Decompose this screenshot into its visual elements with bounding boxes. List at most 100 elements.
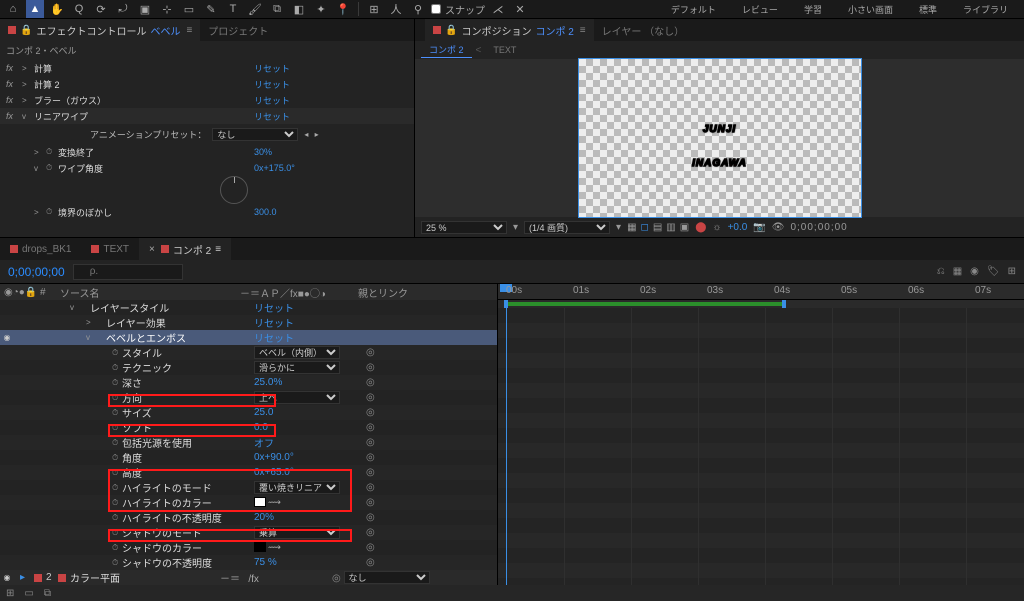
layer-prop-row[interactable]: ⏱ソフト0.0◎ (0, 420, 497, 435)
chevron-down-icon[interactable]: ▾ (616, 222, 621, 233)
frame-blend-icon[interactable]: ⧉ (44, 588, 51, 599)
ws-learn[interactable]: 学習 (792, 1, 834, 18)
tab-effect-controls[interactable]: 🔒 エフェクトコントロール ベベル ≡ (0, 19, 200, 41)
angle-dial[interactable] (220, 176, 248, 204)
misc-icon-2[interactable]: 人 (387, 0, 405, 18)
ec-prop-row[interactable]: >⏱変換終了30% (0, 144, 414, 160)
brush-tool[interactable]: 🖌 (246, 0, 264, 18)
tab-text[interactable]: TEXT (81, 238, 139, 260)
snap-opt2-icon[interactable]: ✕ (511, 0, 529, 18)
layer-prop-row[interactable]: ⏱方向上へ◎ (0, 390, 497, 405)
layer-prop-row[interactable]: ⏱ハイライトの不透明度20%◎ (0, 510, 497, 525)
chevron-down-icon[interactable]: ▾ (513, 222, 518, 233)
hand-tool[interactable]: ✋ (48, 0, 66, 18)
parent-select[interactable]: なし (344, 571, 430, 584)
layer-prop-row[interactable]: ⏱サイズ25.0◎ (0, 405, 497, 420)
layer-prop-row[interactable]: ⏱角度0x+90.0°◎ (0, 450, 497, 465)
orbit-tool[interactable]: ⟳ (92, 0, 110, 18)
subtab-text[interactable]: TEXT (485, 44, 524, 56)
layer-prop-row[interactable]: ⏱包括光源を使用オフ◎ (0, 435, 497, 450)
misc-icon-1[interactable]: ⊞ (365, 0, 383, 18)
work-area-bar[interactable] (498, 300, 1024, 308)
channel-icon[interactable]: ▥ (666, 222, 675, 233)
roto-tool[interactable]: ✦ (312, 0, 330, 18)
layer-prop-row[interactable]: ⏱シャドウのモード乗算◎ (0, 525, 497, 540)
region-icon[interactable]: ▣ (680, 222, 689, 233)
prop-select[interactable]: 上へ (254, 391, 340, 404)
timeline-tracks[interactable]: 00s01s02s03s04s05s06s07s08s (498, 284, 1024, 585)
ec-effect-row[interactable]: fxvリニアワイプリセット (0, 108, 414, 124)
timeline-timecode[interactable]: 0;00;00;00 (0, 265, 73, 279)
tab-composition[interactable]: 🔒 コンポジション コンポ 2 ≡ (425, 19, 594, 41)
type-tool[interactable]: T (224, 0, 242, 18)
clone-tool[interactable]: ⧉ (268, 0, 286, 18)
anchor-tool[interactable]: ⊹ (158, 0, 176, 18)
panel-menu-icon[interactable]: ≡ (580, 25, 586, 36)
layer-prop-row[interactable]: ⏱スタイルベベル（内側）◎ (0, 345, 497, 360)
mask-icon[interactable]: ◻ (641, 222, 649, 233)
tab-comp2[interactable]: ×コンポ 2≡ (139, 238, 231, 260)
ws-small[interactable]: 小さい画面 (836, 1, 905, 18)
preset-select[interactable]: なし (212, 128, 298, 141)
camera-tool[interactable]: ▣ (136, 0, 154, 18)
selection-tool[interactable]: ▲ (26, 0, 44, 18)
zoom-select[interactable]: 25 % (421, 221, 507, 234)
ws-library[interactable]: ライブラリ (951, 1, 1020, 18)
prop-select[interactable]: ベベル（内側） (254, 346, 340, 359)
exposure-icon[interactable]: ☼ (712, 222, 721, 233)
animation-preset-row[interactable]: アニメーションプリセット：なし◂ ▸ (0, 124, 414, 144)
snapshot-icon[interactable]: 📷 (753, 222, 765, 233)
puppet-tool[interactable]: 📍 (334, 0, 352, 18)
snap-toggle[interactable]: スナップ (431, 2, 485, 17)
subtab-comp2[interactable]: コンポ 2 (421, 42, 472, 58)
tl-icon-5[interactable]: ⊞ (1008, 266, 1016, 277)
layer-prop-row[interactable]: ⏱テクニック滑らかに◎ (0, 360, 497, 375)
layer-prop-row[interactable]: ⏱シャドウのカラー⟿◎ (0, 540, 497, 555)
prop-select[interactable]: 覆い焼きリニア (254, 481, 340, 494)
eraser-tool[interactable]: ◧ (290, 0, 308, 18)
tab-layer-none[interactable]: レイヤー （なし） (594, 19, 692, 41)
guides-icon[interactable]: ▤ (653, 222, 662, 233)
ec-effect-row[interactable]: fx>計算 2リセット (0, 76, 414, 92)
col-av[interactable]: ◉◔●🔒 # (0, 287, 60, 298)
show-snapshot-icon[interactable]: 👁 (772, 222, 785, 233)
ec-prop-row[interactable]: >⏱境界のぼかし300.0 (0, 204, 414, 220)
ec-effect-row[interactable]: fx>計算リセット (0, 60, 414, 76)
color-mgmt-icon[interactable]: ⬤ (695, 222, 706, 233)
layer-prop-row[interactable]: ⏱高度0x+65.0°◎ (0, 465, 497, 480)
grid-icon[interactable]: ▦ (627, 222, 636, 233)
tl-icon-2[interactable]: ▦ (953, 266, 962, 277)
tl-icon-4[interactable]: 🏷 (987, 266, 1000, 277)
preview-viewport[interactable]: JUNJI INAGAWA (415, 59, 1024, 217)
layer-row-color-solid[interactable]: ◉ ▸ 2 カラー平面 －＝ /fx ◎ なし (0, 570, 497, 585)
col-switches[interactable]: －＝ＡＰ／fx■●◯◑ (240, 285, 358, 300)
home-icon[interactable]: ⌂ (4, 0, 22, 18)
tl-icon-3[interactable]: ◉ (970, 266, 979, 277)
snap-opt-icon[interactable]: ⋌ (489, 0, 507, 18)
col-source[interactable]: ソース名 (60, 285, 240, 300)
toggle-modes-icon[interactable]: ▭ (24, 588, 33, 599)
layer-prop-row[interactable]: ◉vベベルとエンボスリセット (0, 330, 497, 345)
panel-menu-icon[interactable]: ≡ (186, 25, 192, 36)
prop-select[interactable]: 乗算 (254, 526, 340, 539)
ec-prop-row[interactable]: v⏱ワイプ角度0x+175.0° (0, 160, 414, 176)
rotate-tool[interactable]: ⤾ (114, 0, 132, 18)
prop-select[interactable]: 滑らかに (254, 361, 340, 374)
pen-tool[interactable]: ✎ (202, 0, 220, 18)
zoom-tool[interactable]: Q (70, 0, 88, 18)
layer-prop-row[interactable]: ⏱深さ25.0%◎ (0, 375, 497, 390)
layer-prop-row[interactable]: ⏱シャドウの不透明度75 %◎ (0, 555, 497, 570)
col-parent[interactable]: 親とリンク (358, 285, 497, 300)
misc-icon-3[interactable]: ⚲ (409, 0, 427, 18)
quality-select[interactable]: (1/4 画質) (524, 221, 610, 234)
preview-timecode[interactable]: 0;00;00;00 (790, 222, 847, 233)
ws-standard[interactable]: 標準 (907, 1, 949, 18)
tab-drops[interactable]: drops_BK1 (0, 238, 81, 260)
time-ruler[interactable]: 00s01s02s03s04s05s06s07s08s (498, 284, 1024, 300)
exposure-value[interactable]: +0.0 (728, 222, 748, 233)
toggle-switches-icon[interactable]: ⊞ (6, 588, 14, 599)
layer-prop-row[interactable]: >レイヤー効果リセット (0, 315, 497, 330)
preset-nav[interactable]: ◂ ▸ (304, 130, 320, 139)
tl-icon-1[interactable]: ⎌ (937, 266, 945, 277)
layer-prop-row[interactable]: vレイヤースタイルリセット (0, 300, 497, 315)
